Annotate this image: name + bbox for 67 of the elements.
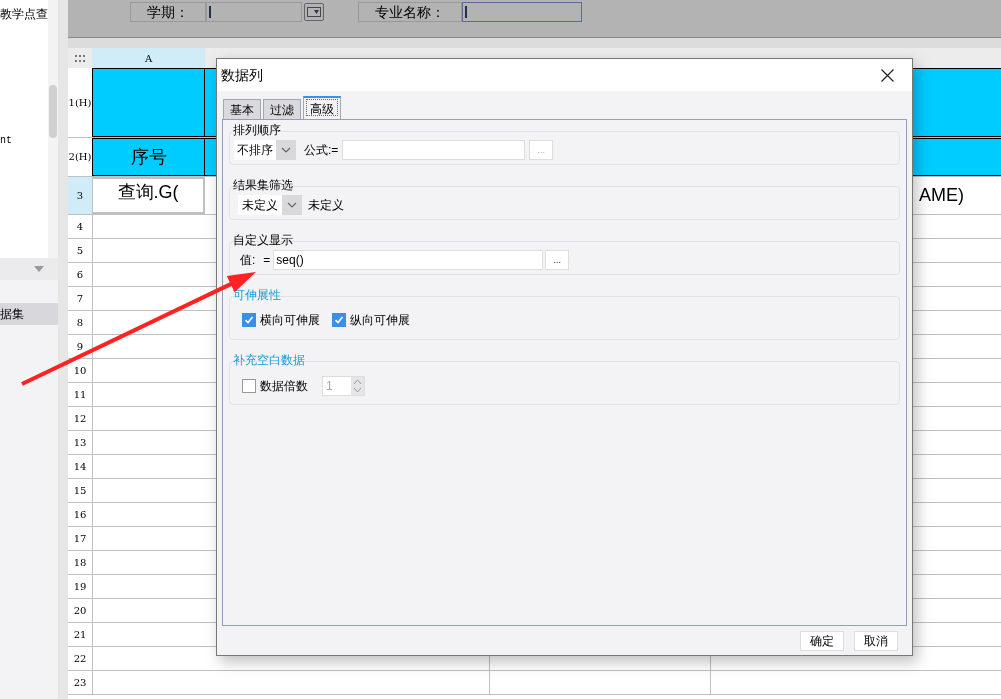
checkbox-label: 纵向可伸展 xyxy=(350,312,410,329)
group-title: 排列顺序 xyxy=(233,123,282,137)
dataset-item[interactable]: 据集 xyxy=(0,303,58,325)
sheet-cell[interactable] xyxy=(92,68,205,137)
row-header[interactable]: 8 xyxy=(76,316,84,329)
value-label: 值: xyxy=(240,252,256,269)
formula-label: 公式:= xyxy=(304,142,339,159)
row-header[interactable]: 9 xyxy=(76,340,84,353)
chevron-icon xyxy=(287,202,297,208)
row-header[interactable]: 4 xyxy=(76,220,84,233)
dialog-button[interactable]: 确定 xyxy=(800,631,844,651)
dropdown-button[interactable] xyxy=(304,2,324,21)
close-icon[interactable] xyxy=(881,68,894,82)
sheet-cell[interactable]: 序号 xyxy=(92,138,205,176)
filter-value: 未定义 xyxy=(308,197,344,214)
row-header[interactable]: 12 xyxy=(73,412,87,425)
row-header[interactable]: 1(H) xyxy=(68,96,92,109)
sheet-cell[interactable]: 查询.G( xyxy=(92,177,205,214)
form-label: 专业名称： xyxy=(358,1,462,22)
row-header[interactable]: 20 xyxy=(73,604,87,617)
scrollbar-thumb[interactable] xyxy=(49,85,57,138)
chevron-icon xyxy=(281,147,291,153)
group-title: 自定义显示 xyxy=(233,233,294,247)
checkbox-label: 数据倍数 xyxy=(260,378,308,395)
group-title: 补充空白数据 xyxy=(233,353,306,367)
dialog-title: 数据列 xyxy=(221,65,263,85)
filter-select[interactable]: 未定义 xyxy=(238,195,302,215)
row-header[interactable]: 3 xyxy=(76,189,84,202)
row-header[interactable]: 22 xyxy=(73,652,87,665)
collapse-arrow-icon[interactable] xyxy=(34,266,44,272)
form-label: 学期： xyxy=(130,1,206,22)
checkbox-label: 横向可伸展 xyxy=(260,312,320,329)
row-header[interactable]: 7 xyxy=(76,292,84,305)
row-header[interactable]: 18 xyxy=(73,556,87,569)
tab[interactable]: 高级 xyxy=(303,96,341,119)
spinner-arrows-icon xyxy=(353,378,362,394)
row-header[interactable]: 17 xyxy=(73,532,87,545)
sheet-cell[interactable]: AME) xyxy=(919,182,964,209)
row-header[interactable]: 21 xyxy=(73,628,87,641)
checkbox[interactable] xyxy=(242,379,256,393)
checkbox[interactable] xyxy=(332,313,346,327)
value-field[interactable]: seq() xyxy=(273,250,544,270)
tree-item[interactable]: 教学点查 xyxy=(0,5,48,23)
row-header[interactable]: 16 xyxy=(73,508,87,521)
row-header[interactable]: 19 xyxy=(73,580,87,593)
row-header[interactable]: 11 xyxy=(73,388,87,401)
row-header[interactable]: 10 xyxy=(73,364,87,377)
equals-sign: = xyxy=(263,252,271,269)
tree-item[interactable]: nt xyxy=(0,133,48,148)
row-header[interactable]: 14 xyxy=(73,460,87,473)
row-header[interactable]: 6 xyxy=(76,268,84,281)
row-header[interactable]: 2(H) xyxy=(68,151,92,163)
sort-select[interactable]: 不排序 xyxy=(234,140,296,160)
group-title: 结果集筛选 xyxy=(233,178,294,192)
checkbox[interactable] xyxy=(242,313,256,327)
dialog-button[interactable]: 取消 xyxy=(854,631,898,651)
formula-field[interactable] xyxy=(342,140,526,160)
more-button[interactable]: ... xyxy=(545,250,570,270)
row-header[interactable]: 15 xyxy=(73,484,87,497)
tab[interactable]: 基本 xyxy=(223,99,261,119)
tab[interactable]: 过滤 xyxy=(263,99,301,119)
form-field[interactable] xyxy=(206,1,302,22)
column-header[interactable]: A xyxy=(92,48,205,68)
row-header[interactable]: 13 xyxy=(73,436,87,449)
row-header[interactable]: 23 xyxy=(73,676,87,689)
form-field[interactable] xyxy=(462,1,582,22)
row-header[interactable]: 5 xyxy=(76,244,84,257)
